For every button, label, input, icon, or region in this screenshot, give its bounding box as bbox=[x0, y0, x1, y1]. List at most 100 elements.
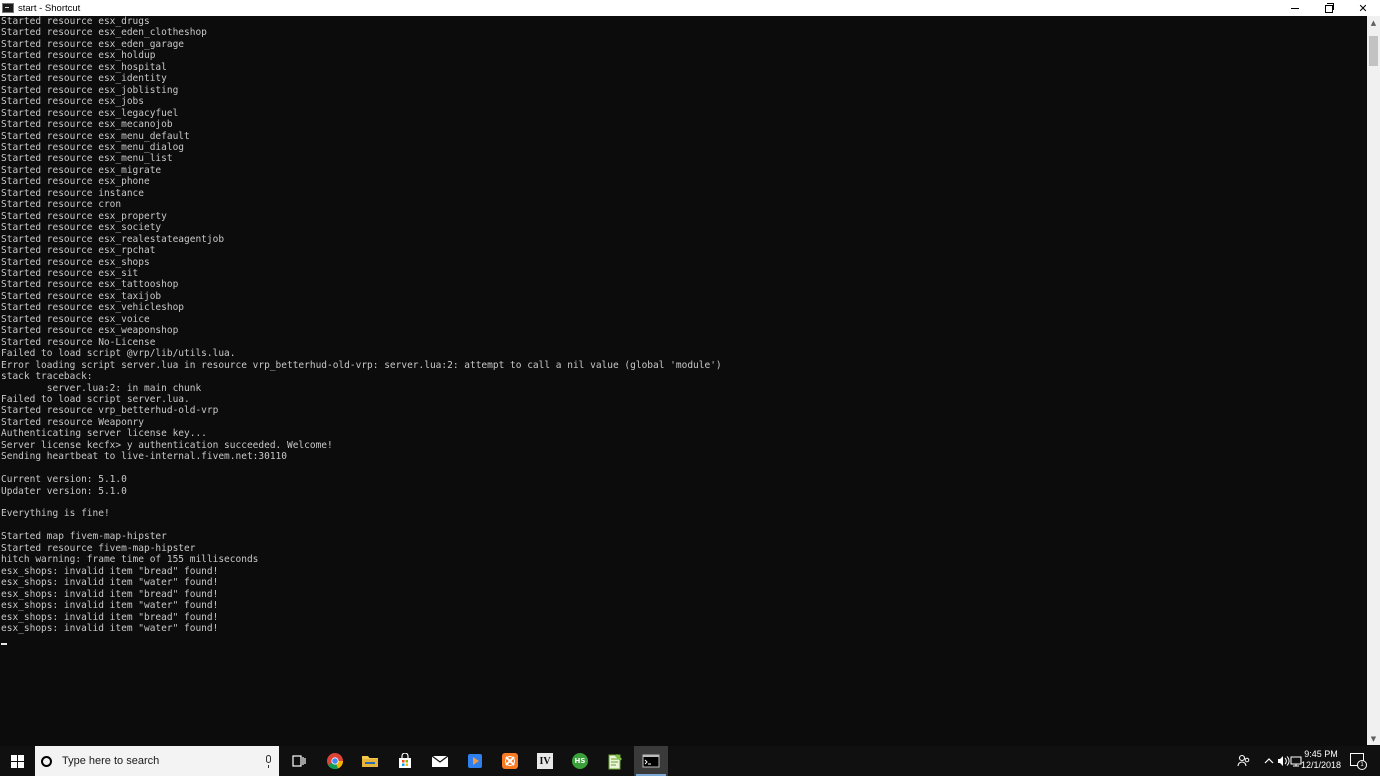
scroll-up-button[interactable]: ▲ bbox=[1367, 16, 1380, 29]
title-bar: start - Shortcut ✕ bbox=[0, 0, 1380, 16]
console-line: Server license kecfx> y authentication s… bbox=[1, 439, 333, 451]
console-line: Started resource esx_property bbox=[1, 210, 167, 222]
notepad-icon bbox=[608, 753, 622, 769]
console-line: Started resource esx_phone bbox=[1, 176, 150, 188]
console-line: Started resource esx_drugs bbox=[1, 16, 150, 27]
vertical-scrollbar[interactable]: ▲ ▼ bbox=[1367, 16, 1380, 745]
taskbar-app-notepad-plus-plus[interactable] bbox=[598, 746, 632, 776]
taskbar-app-store[interactable] bbox=[388, 746, 422, 776]
console-line: server.lua:2: in main chunk bbox=[46, 382, 202, 394]
arrow-down-icon: ▼ bbox=[1370, 734, 1377, 743]
console-line: Started resource esx_eden_garage bbox=[1, 38, 185, 50]
console-line: Started resource esx_vehicleshop bbox=[1, 302, 185, 314]
console-icon bbox=[2, 3, 14, 13]
search-box[interactable]: Type here to search bbox=[35, 746, 279, 776]
console-line: esx_shops: invalid item "water" found! bbox=[1, 623, 219, 635]
scroll-down-button[interactable]: ▼ bbox=[1367, 732, 1380, 745]
clock-time: 9:45 PM bbox=[1304, 749, 1338, 759]
taskbar-app-openiv[interactable]: IV bbox=[528, 746, 562, 776]
taskbar-app-xampp[interactable] bbox=[493, 746, 527, 776]
console-line: Started resource esx_holdup bbox=[1, 50, 156, 62]
console-output[interactable]: Started resource esx_drugs Started resou… bbox=[0, 16, 1367, 745]
windows-logo-icon bbox=[10, 754, 24, 768]
search-placeholder: Type here to search bbox=[62, 755, 160, 767]
console-line: Started resource esx_weaponshop bbox=[1, 325, 179, 337]
console-line: Started resource esx_society bbox=[1, 222, 162, 234]
task-view-icon bbox=[292, 755, 306, 767]
console-line: Started resource esx_shops bbox=[1, 256, 150, 268]
console-line: Started resource esx_eden_clotheshop bbox=[1, 27, 207, 39]
console-line: Error loading script server.lua in resou… bbox=[1, 359, 722, 371]
scroll-thumb[interactable] bbox=[1369, 36, 1378, 66]
console-line: Started resource esx_joblisting bbox=[1, 84, 179, 96]
show-hidden-icons-button[interactable] bbox=[1262, 746, 1276, 776]
console-line: Authenticating server license key... bbox=[1, 428, 207, 440]
console-line: Started resource fivem-map-hipster bbox=[1, 542, 196, 554]
console-line: Started resource instance bbox=[1, 187, 144, 199]
start-button[interactable] bbox=[0, 746, 34, 776]
restore-button[interactable] bbox=[1312, 0, 1346, 16]
folder-icon bbox=[362, 756, 378, 767]
play-icon bbox=[468, 754, 482, 768]
text-cursor bbox=[1, 642, 7, 645]
console-line: hitch warning: frame time of 155 millise… bbox=[1, 554, 259, 566]
console-line: Started resource esx_tattooshop bbox=[1, 279, 179, 291]
console-line: esx_shops: invalid item "bread" found! bbox=[1, 611, 219, 623]
heidisql-icon: HS bbox=[572, 753, 588, 769]
console-line: Started resource esx_legacyfuel bbox=[1, 107, 179, 119]
console-line: Started resource esx_menu_dialog bbox=[1, 141, 185, 153]
console-line: Started resource esx_mecanojob bbox=[1, 119, 173, 131]
chevron-up-icon bbox=[1264, 758, 1274, 764]
console-line: Started resource esx_migrate bbox=[1, 164, 162, 176]
console-line: Started resource esx_taxijob bbox=[1, 290, 162, 302]
console-line: esx_shops: invalid item "water" found! bbox=[1, 577, 219, 589]
mail-icon bbox=[431, 755, 449, 767]
system-clock[interactable]: 9:45 PM 12/1/2018 bbox=[1296, 749, 1346, 771]
volume-button[interactable] bbox=[1276, 746, 1290, 776]
window-title: start - Shortcut bbox=[18, 2, 81, 14]
close-button[interactable]: ✕ bbox=[1346, 0, 1380, 16]
console-line: Sending heartbeat to live-internal.fivem… bbox=[1, 451, 287, 463]
console-line: Failed to load script @vrp/lib/utils.lua… bbox=[1, 348, 236, 360]
openiv-icon: IV bbox=[537, 753, 553, 769]
console-line: Started resource esx_menu_default bbox=[1, 130, 190, 142]
console-line: Started resource No-License bbox=[1, 336, 156, 348]
console-line: Failed to load script server.lua. bbox=[1, 393, 190, 405]
people-button[interactable] bbox=[1234, 746, 1254, 776]
taskbar-app-mail[interactable] bbox=[423, 746, 457, 776]
console-icon bbox=[642, 754, 660, 768]
console-line: Started resource esx_rpchat bbox=[1, 245, 156, 257]
arrow-up-icon: ▲ bbox=[1370, 18, 1377, 27]
cortana-icon bbox=[41, 755, 52, 767]
console-line: Started resource esx_identity bbox=[1, 73, 167, 85]
speaker-icon bbox=[1277, 756, 1289, 766]
console-line: Current version: 5.1.0 bbox=[1, 474, 127, 486]
taskbar-app-file-explorer[interactable] bbox=[353, 746, 387, 776]
taskbar-app-chrome[interactable] bbox=[318, 746, 352, 776]
taskbar-app-media-player[interactable] bbox=[458, 746, 492, 776]
console-line: Started resource esx_jobs bbox=[1, 96, 144, 108]
console-line: esx_shops: invalid item "bread" found! bbox=[1, 565, 219, 577]
store-icon bbox=[399, 753, 411, 768]
console-line: Started map fivem-map-hipster bbox=[1, 531, 167, 543]
minimize-button[interactable] bbox=[1278, 0, 1312, 16]
console-text: Started resource esx_drugs Started resou… bbox=[0, 16, 1367, 634]
xampp-icon bbox=[502, 753, 518, 769]
people-icon bbox=[1237, 754, 1250, 767]
console-line: Started resource esx_hospital bbox=[1, 61, 167, 73]
window-controls: ✕ bbox=[1278, 0, 1380, 16]
console-line: Started resource cron bbox=[1, 199, 122, 211]
heidisql-label: HS bbox=[574, 757, 586, 765]
console-line: esx_shops: invalid item "bread" found! bbox=[1, 588, 219, 600]
microphone-icon[interactable] bbox=[266, 755, 271, 768]
chrome-icon bbox=[327, 753, 344, 770]
console-line: Started resource Weaponry bbox=[1, 416, 144, 428]
taskbar-app-heidisql[interactable]: HS bbox=[563, 746, 597, 776]
console-line: Started resource vrp_betterhud-old-vrp bbox=[1, 405, 219, 417]
close-icon: ✕ bbox=[1358, 1, 1368, 15]
console-line: Everything is fine! bbox=[1, 508, 110, 520]
console-line: Started resource esx_menu_list bbox=[1, 153, 173, 165]
taskbar-app-command-prompt[interactable] bbox=[634, 746, 668, 776]
task-view-button[interactable] bbox=[282, 746, 316, 776]
console-line: Started resource esx_voice bbox=[1, 313, 150, 325]
